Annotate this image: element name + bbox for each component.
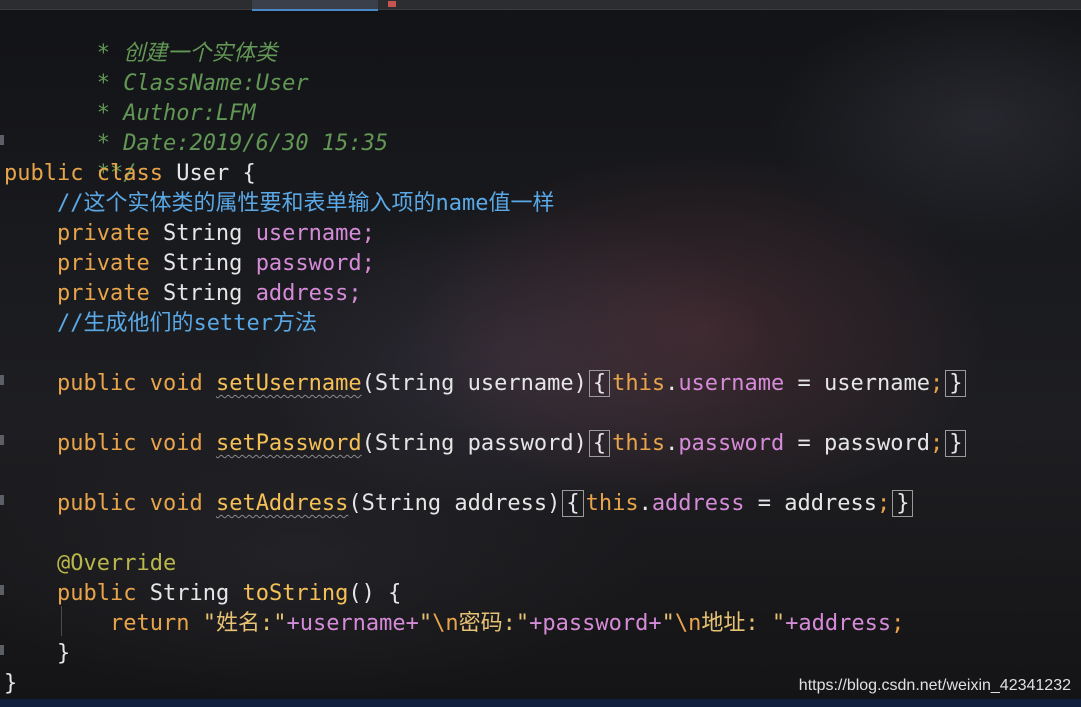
line-comment: //这个实体类的属性要和表单输入项的name值一样 xyxy=(56,191,555,216)
keyword: public xyxy=(56,491,137,516)
keyword: void xyxy=(149,371,203,396)
code-line-setter: public void setUsername(String username)… xyxy=(4,369,968,399)
brace: { xyxy=(242,161,256,186)
string-literal: 地址: " xyxy=(701,611,786,636)
keyword: public xyxy=(56,371,137,396)
concat-expression: + xyxy=(785,611,799,636)
field-name: username xyxy=(255,221,362,246)
code-line-doc: * Date:2019/6/30 15:35 xyxy=(4,99,388,156)
semicolon: ; xyxy=(929,431,944,456)
parameter-list: (String address) xyxy=(348,491,561,516)
semicolon: ; xyxy=(361,221,375,246)
parameter-list: (String password) xyxy=(361,431,587,456)
code-line-comment: //这个实体类的属性要和表单输入项的name值一样 xyxy=(4,189,554,219)
field-reference: address xyxy=(651,491,745,516)
keyword: private xyxy=(56,221,150,246)
code-line-field: private String username; xyxy=(4,219,375,249)
field-reference: password xyxy=(678,431,785,456)
folded-brace-open[interactable]: { xyxy=(562,490,584,517)
keyword: private xyxy=(56,251,150,276)
semicolon: ; xyxy=(929,371,944,396)
this-keyword: this xyxy=(612,431,666,456)
concat-expression: +password+ xyxy=(529,611,662,636)
this-keyword: this xyxy=(585,491,639,516)
type-name: String xyxy=(149,581,230,606)
code-line-return: return "姓名:"+username+"\n密码:"+password+"… xyxy=(4,609,904,639)
line-comment: //生成他们的setter方法 xyxy=(56,311,317,336)
string-literal: "姓名:" xyxy=(202,611,287,636)
code-line-doc: * Author:LFM xyxy=(4,69,256,126)
status-bar xyxy=(0,699,1081,707)
brace: } xyxy=(4,671,18,696)
java-file-icon xyxy=(388,1,396,7)
method-name[interactable]: setPassword xyxy=(216,431,362,456)
code-line-field: private String address; xyxy=(4,279,362,309)
watermark-text: https://blog.csdn.net/weixin_42341232 xyxy=(798,677,1071,694)
this-keyword: this xyxy=(612,371,666,396)
code-line-method-declaration: public String toString() { xyxy=(4,579,401,609)
type-name: String xyxy=(162,281,243,306)
code-line-comment: //生成他们的setter方法 xyxy=(4,309,317,339)
java-file-tab[interactable] xyxy=(388,0,408,9)
keyword: class xyxy=(96,161,163,186)
keyword: return xyxy=(109,611,190,636)
code-line-method-close: } xyxy=(4,639,70,669)
semicolon: ; xyxy=(348,281,362,306)
code-editor[interactable]: * 创建一个实体类 * ClassName:User * Author:LFM … xyxy=(0,0,1081,707)
code-line-class-declaration: public class User { xyxy=(4,159,256,189)
method-name[interactable]: setUsername xyxy=(216,371,362,396)
class-name: User xyxy=(176,161,230,186)
parameter-list: () { xyxy=(348,581,402,606)
string-literal: 密码:" xyxy=(458,611,530,636)
folded-brace-close[interactable]: } xyxy=(945,430,967,457)
string-literal: " xyxy=(661,611,675,636)
folded-brace-open[interactable]: { xyxy=(588,430,611,457)
string-literal: " xyxy=(418,611,433,636)
parameter-list: (String username) xyxy=(361,371,587,396)
code-line-setter: public void setAddress(String address){t… xyxy=(4,489,915,519)
file-tab[interactable] xyxy=(0,0,250,9)
assignment: = username xyxy=(784,371,930,396)
method-name[interactable]: toString xyxy=(242,581,348,606)
field-reference: address xyxy=(798,611,892,636)
code-line-annotation: @Override xyxy=(4,549,176,579)
field-name: address xyxy=(255,281,349,306)
semicolon: ; xyxy=(361,251,375,276)
code-line-doc: * ClassName:User xyxy=(4,39,309,96)
method-name[interactable]: setAddress xyxy=(216,491,348,516)
semicolon: ; xyxy=(891,611,905,636)
assignment: = address xyxy=(744,491,877,516)
code-line-field: private String password; xyxy=(4,249,375,279)
brace: } xyxy=(56,641,71,666)
escape-sequence: \n xyxy=(674,611,702,636)
keyword: private xyxy=(56,281,150,306)
annotation: @Override xyxy=(56,551,177,576)
folded-brace-close[interactable]: } xyxy=(945,370,967,397)
type-name: String xyxy=(162,221,243,246)
keyword: void xyxy=(149,431,203,456)
concat-expression: +username+ xyxy=(286,611,419,636)
code-line-class-close: } xyxy=(4,669,17,699)
keyword: public xyxy=(56,431,137,456)
code-line-doc: * 创建一个实体类 xyxy=(4,9,278,66)
folded-brace-close[interactable]: } xyxy=(892,490,914,517)
keyword: public xyxy=(4,161,84,186)
semicolon: ; xyxy=(876,491,891,516)
field-reference: username xyxy=(678,371,785,396)
folded-brace-open[interactable]: { xyxy=(588,370,611,397)
keyword: void xyxy=(149,491,203,516)
keyword: public xyxy=(56,581,137,606)
code-line-setter: public void setPassword(String password)… xyxy=(4,429,968,459)
escape-sequence: \n xyxy=(432,611,459,636)
field-name: password xyxy=(255,251,362,276)
assignment: = password xyxy=(784,431,930,456)
type-name: String xyxy=(162,251,243,276)
code-line-doc: **/ xyxy=(4,129,137,186)
